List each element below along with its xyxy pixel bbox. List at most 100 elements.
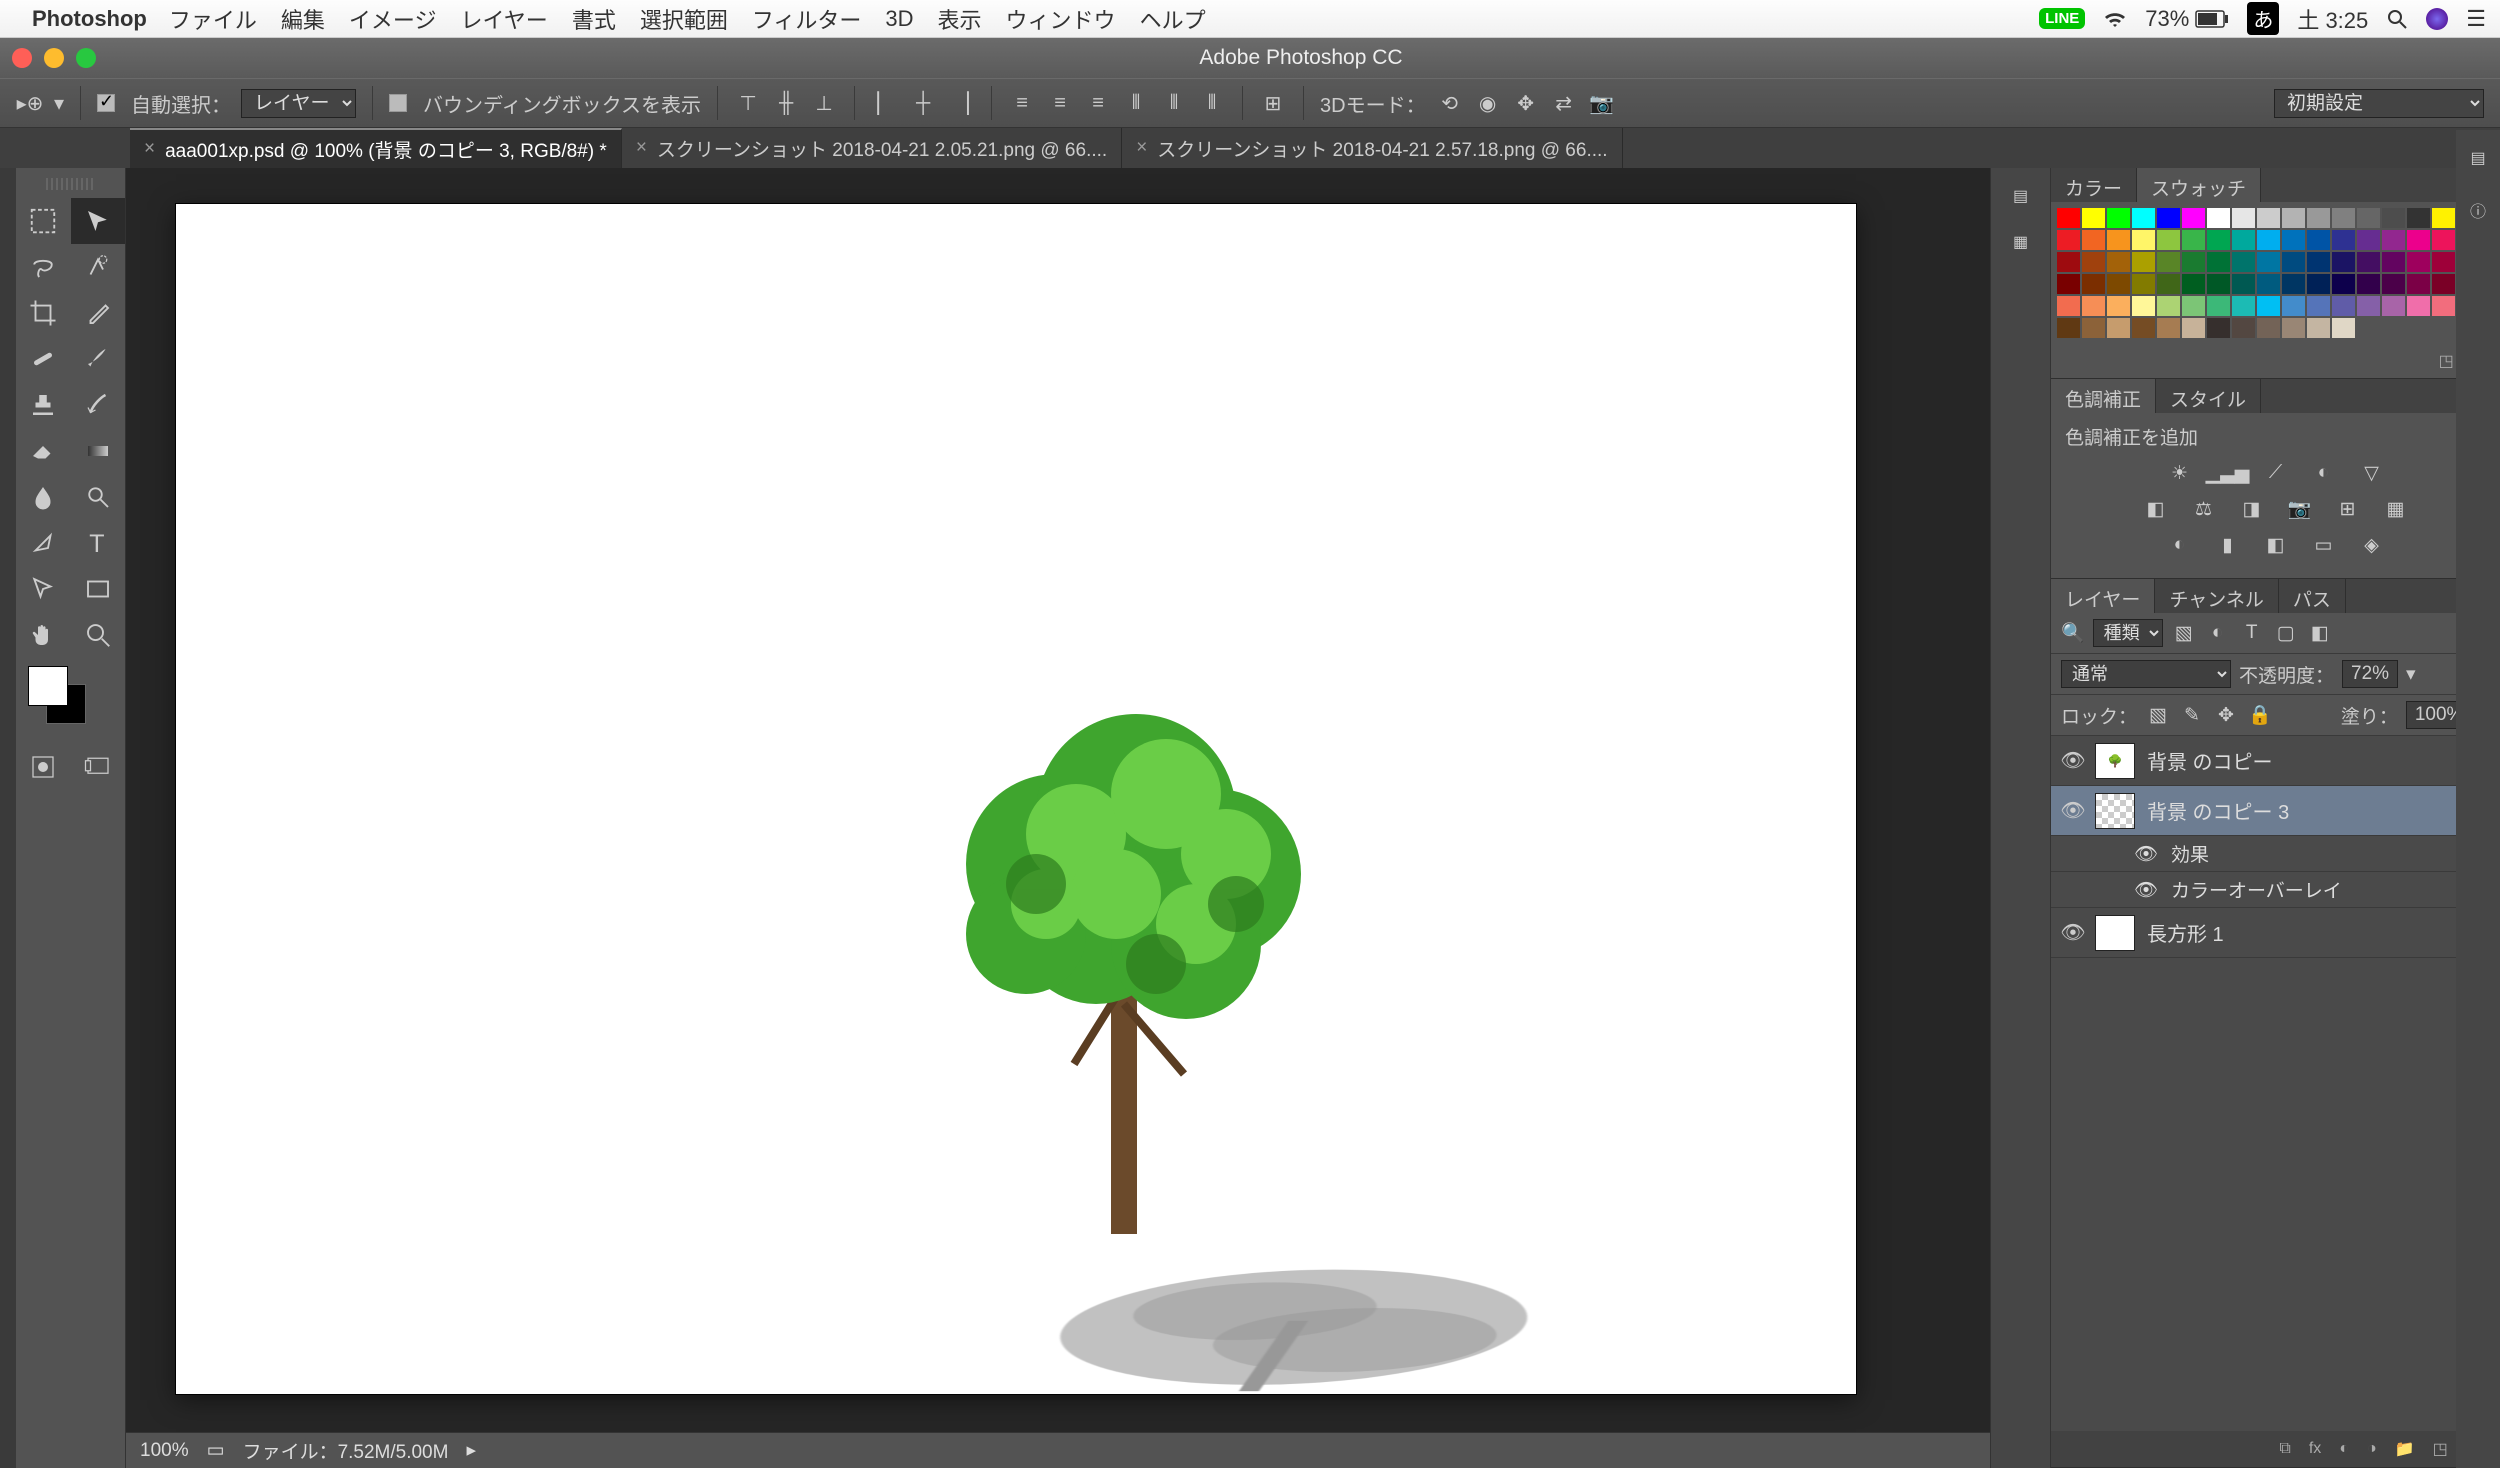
group-icon[interactable]: 📁 [2395,1439,2415,1459]
notification-center-icon[interactable]: ☰ [2466,6,2486,32]
menu-window[interactable]: ウィンドウ [1006,3,1116,35]
swatch[interactable] [2132,296,2155,316]
app-name[interactable]: Photoshop [32,6,147,32]
3d-pan-icon[interactable]: ✥ [1512,89,1540,117]
show-bbox-checkbox[interactable] [389,94,407,112]
blend-mode[interactable]: 通常 [2061,660,2231,688]
filter-smart-icon[interactable]: ◧ [2307,622,2333,645]
workspace-preset[interactable]: 初期設定 [2274,89,2484,118]
3d-roll-icon[interactable]: ◉ [1474,89,1502,117]
menu-image[interactable]: イメージ [349,3,437,35]
close-icon[interactable]: × [1136,137,1147,159]
swatch[interactable] [2057,296,2080,316]
swatch[interactable] [2107,318,2130,338]
stamp-tool[interactable] [16,382,71,428]
lock-all-icon[interactable]: 🔒 [2247,703,2273,727]
swatch[interactable] [2407,252,2430,272]
swatch[interactable] [2357,252,2380,272]
swatch[interactable] [2207,208,2230,228]
battery-status[interactable]: 73% [2145,6,2229,32]
menu-type[interactable]: 書式 [572,3,616,35]
lasso-tool[interactable] [16,244,71,290]
auto-select-checkbox[interactable] [97,94,115,112]
swatch[interactable] [2257,296,2280,316]
canvas-area[interactable]: 100% ▭ ファイル：7.52M/5.00M ▸ [126,168,1990,1468]
layer-name[interactable]: 長方形 1 [2147,918,2224,947]
swatch[interactable] [2432,252,2455,272]
swatch[interactable] [2107,252,2130,272]
panel-icon[interactable]: ▤ [2013,186,2028,206]
filter-type-icon[interactable]: T [2239,622,2265,644]
photo-filter-icon[interactable]: 📷 [2285,496,2315,522]
visibility-icon[interactable]: 👁 [2051,748,2095,773]
lut-icon[interactable]: ▦ [2381,496,2411,522]
menu-3d[interactable]: 3D [885,6,913,32]
document-tab[interactable]: ×スクリーンショット 2018-04-21 2.57.18.png @ 66..… [1122,128,1622,168]
filter-shape-icon[interactable]: ▢ [2273,622,2299,645]
preview-icon[interactable]: ▭ [207,1439,225,1462]
menu-layer[interactable]: レイヤー [460,3,547,35]
swatch[interactable] [2082,274,2105,294]
swatch[interactable] [2182,274,2205,294]
new-swatch-icon[interactable]: ◳ [2439,351,2454,371]
swatch[interactable] [2257,230,2280,250]
swatch[interactable] [2332,230,2355,250]
swatch[interactable] [2332,296,2355,316]
swatch[interactable] [2307,296,2330,316]
lock-position-icon[interactable]: ✥ [2213,704,2239,727]
swatch[interactable] [2157,208,2180,228]
auto-select-target[interactable]: レイヤー [241,89,356,118]
link-layers-icon[interactable]: ⧉ [2279,1440,2290,1458]
close-icon[interactable]: × [144,138,155,160]
swatch[interactable] [2382,274,2405,294]
swatch[interactable] [2107,208,2130,228]
swatch[interactable] [2082,252,2105,272]
menu-filter[interactable]: フィルター [752,3,862,35]
swatch[interactable] [2107,274,2130,294]
layer-thumb[interactable] [2095,793,2135,829]
swatch[interactable] [2357,274,2380,294]
menu-view[interactable]: 表示 [938,3,982,35]
exposure-icon[interactable]: ◐ [2309,460,2339,486]
layer-thumb[interactable]: 🌳 [2095,743,2135,779]
threshold-icon[interactable]: ◧ [2261,532,2291,558]
swatch[interactable] [2132,208,2155,228]
quick-select-tool[interactable] [71,244,126,290]
close-window-button[interactable] [12,48,32,68]
wifi-icon[interactable] [2103,9,2127,29]
siri-icon[interactable] [2426,8,2448,30]
swatch[interactable] [2182,208,2205,228]
foreground-color-swatch[interactable] [28,666,68,706]
swatch[interactable] [2257,274,2280,294]
swatch[interactable] [2282,318,2305,338]
posterize-icon[interactable]: ▮ [2213,532,2243,558]
swatch[interactable] [2257,318,2280,338]
swatch[interactable] [2207,318,2230,338]
swatch[interactable] [2382,296,2405,316]
swatch[interactable] [2432,296,2455,316]
minimize-window-button[interactable] [44,48,64,68]
chevron-right-icon[interactable]: ▸ [466,1439,476,1462]
swatch[interactable] [2057,318,2080,338]
close-icon[interactable]: × [636,137,647,159]
align-left-icon[interactable]: ▏ [871,89,899,117]
align-vcenter-icon[interactable]: ╫ [772,89,800,117]
levels-icon[interactable]: ▁▃▅ [2213,460,2243,486]
swatch[interactable] [2432,230,2455,250]
align-right-icon[interactable]: ▕ [947,89,975,117]
fg-bg-colors[interactable] [28,666,113,736]
marquee-tool[interactable] [16,198,71,244]
gradient-map-icon[interactable]: ▭ [2309,532,2339,558]
swatch[interactable] [2282,208,2305,228]
visibility-icon[interactable]: 👁 [2131,842,2161,866]
menu-help[interactable]: ヘルプ [1140,3,1206,35]
swatch[interactable] [2157,230,2180,250]
menu-edit[interactable]: 編集 [281,3,325,35]
curves-icon[interactable]: ⟋ [2261,460,2291,486]
lock-transparent-icon[interactable]: ▧ [2145,704,2171,727]
distribute-top-icon[interactable]: ≡ [1008,89,1036,117]
swatch[interactable] [2332,318,2355,338]
hue-icon[interactable]: ◧ [2141,496,2171,522]
swatch[interactable] [2382,230,2405,250]
swatch[interactable] [2407,208,2430,228]
